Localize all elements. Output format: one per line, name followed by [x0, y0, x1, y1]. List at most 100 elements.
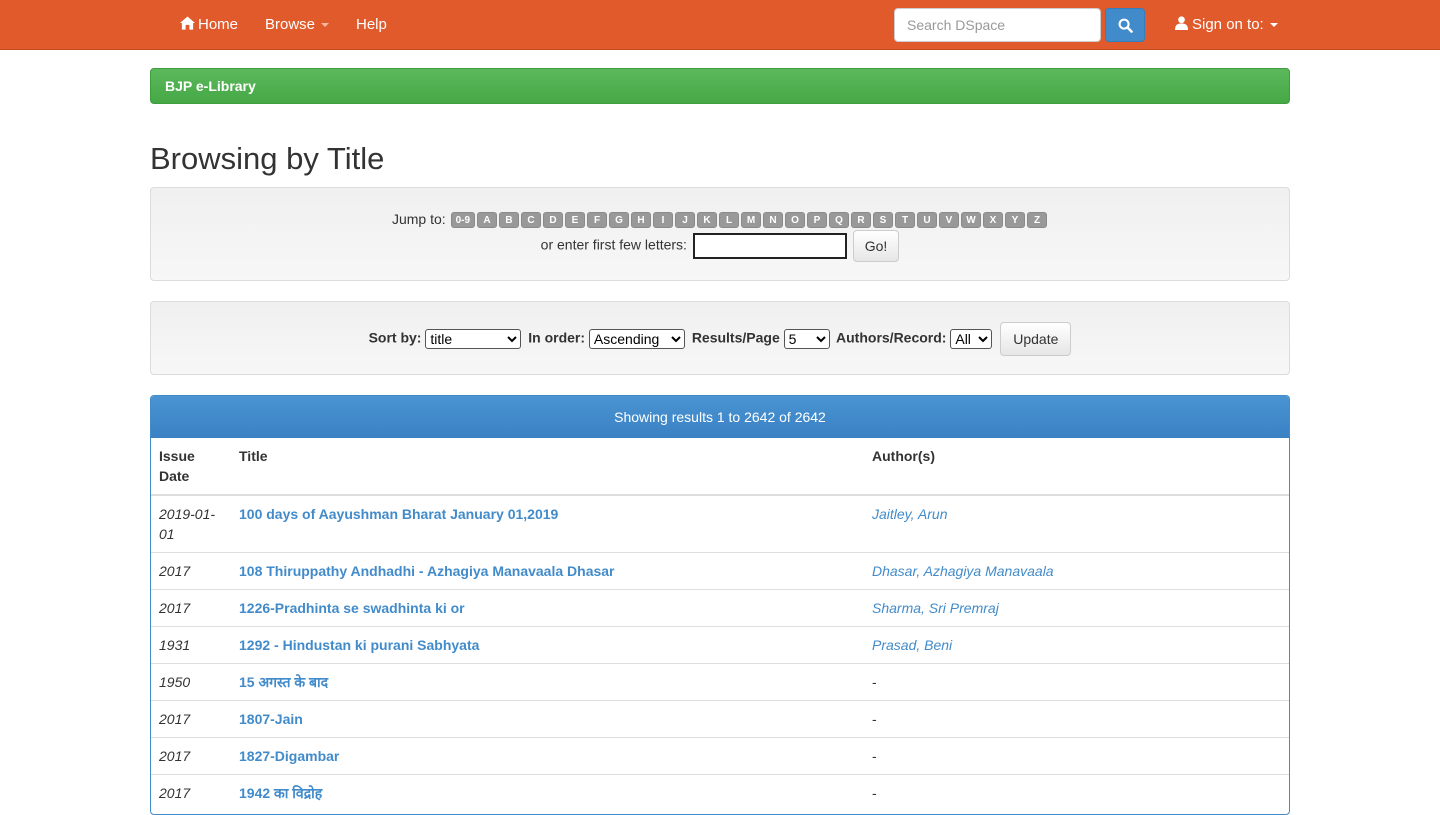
jump-letter-c[interactable]: C	[521, 212, 542, 229]
search-icon	[1118, 18, 1133, 33]
jump-letter-i[interactable]: I	[653, 212, 674, 229]
update-button[interactable]: Update	[1000, 322, 1072, 356]
item-title-link[interactable]: 1827-Digambar	[239, 748, 339, 764]
author-cell: -	[864, 663, 1289, 701]
results-table: Issue Date Title Author(s) 2019-01-01 100…	[151, 438, 1289, 811]
sort-options-row: Sort by: title In order: Ascending Resul…	[151, 322, 1289, 356]
authors-per-record-select[interactable]: All	[950, 329, 993, 349]
jump-letter-0-9[interactable]: 0-9	[450, 212, 476, 229]
jump-letter-a[interactable]: A	[477, 212, 498, 229]
authors-per-record-label: Authors/Record:	[836, 329, 947, 346]
sort-by-select[interactable]: title	[425, 329, 522, 349]
issue-date-cell: 2017	[151, 774, 231, 811]
title-cell: 15 अगस्त के बाद	[231, 663, 864, 701]
item-title-link[interactable]: 1807-Jain	[239, 711, 303, 727]
item-title-link[interactable]: 100 days of Aayushman Bharat January 01,…	[239, 506, 558, 522]
author-link[interactable]: Dhasar, Azhagiya Manavaala	[872, 563, 1054, 579]
author-cell: -	[864, 774, 1289, 811]
title-cell: 100 days of Aayushman Bharat January 01,…	[231, 494, 864, 553]
jump-letter-q[interactable]: Q	[829, 212, 850, 229]
jump-letter-x[interactable]: X	[983, 212, 1004, 229]
search-button[interactable]	[1105, 8, 1145, 42]
item-title-link[interactable]: 1942 का विद्रोह	[239, 785, 322, 801]
enter-letters-row: or enter first few letters: Go!	[151, 230, 1289, 262]
sign-on-label: Sign on to:	[1192, 16, 1264, 33]
item-title-link[interactable]: 108 Thiruppathy Andhadhi - Azhagiya Mana…	[239, 563, 615, 579]
table-header-row: Issue Date Title Author(s)	[151, 438, 1289, 496]
author-cell: Prasad, Beni	[864, 626, 1289, 664]
nav-help-label: Help	[356, 16, 387, 33]
results-per-page-select[interactable]: 5	[783, 329, 830, 349]
author-cell: Jaitley, Arun	[864, 494, 1289, 553]
order-label: In order:	[528, 329, 586, 346]
nav-browse-dropdown[interactable]: Browse	[265, 0, 330, 50]
title-cell: 1807-Jain	[231, 700, 864, 738]
go-button[interactable]: Go!	[852, 230, 900, 262]
issue-date-cell: 2017	[151, 552, 231, 590]
jump-letter-t[interactable]: T	[895, 212, 916, 229]
item-title-link[interactable]: 1226-Pradhinta se swadhinta ki or	[239, 600, 465, 616]
jump-letter-d[interactable]: D	[543, 212, 564, 229]
sort-by-label: Sort by:	[368, 329, 422, 346]
issue-date-cell: 1950	[151, 663, 231, 701]
top-navbar: Home Browse Help Sign on to:	[0, 0, 1440, 50]
column-header-authors[interactable]: Author(s)	[864, 438, 1289, 496]
jump-letter-h[interactable]: H	[631, 212, 652, 229]
jump-letter-j[interactable]: J	[675, 212, 696, 229]
item-title-link[interactable]: 1292 - Hindustan ki purani Sabhyata	[239, 637, 479, 653]
search-input[interactable]	[894, 8, 1101, 42]
results-per-page-label: Results/Page	[691, 329, 780, 346]
jump-letter-n[interactable]: N	[763, 212, 784, 229]
starts-with-input[interactable]	[692, 233, 847, 259]
jump-letter-s[interactable]: S	[873, 212, 894, 229]
sign-on-dropdown[interactable]: Sign on to:	[1175, 0, 1278, 50]
issue-date-cell: 2019-01-01	[151, 494, 231, 553]
author-cell: -	[864, 700, 1289, 738]
jump-to-row: Jump to: 0-9 A B C D E F G H I J K L M N O P Q R S T U V W X Y Z	[151, 210, 1289, 229]
jump-letter-v[interactable]: V	[939, 212, 960, 229]
breadcrumb-link-library[interactable]: BJP e-Library	[165, 78, 256, 94]
author-empty: -	[872, 674, 877, 690]
jump-letter-p[interactable]: P	[807, 212, 828, 229]
jump-letter-e[interactable]: E	[565, 212, 586, 229]
jump-to-panel: Jump to: 0-9 A B C D E F G H I J K L M N O P Q R S T U V W X Y Z o…	[150, 187, 1290, 281]
nav-browse-label: Browse	[265, 16, 316, 33]
table-row: 2017 1942 का विद्रोह -	[151, 774, 1289, 811]
issue-date-cell: 2017	[151, 589, 231, 627]
jump-letter-k[interactable]: K	[697, 212, 718, 229]
nav-home-link[interactable]: Home	[180, 0, 238, 50]
results-count-heading: Showing results 1 to 2642 of 2642	[151, 396, 1289, 438]
author-link[interactable]: Sharma, Sri Premraj	[872, 600, 999, 616]
column-header-issue-date[interactable]: Issue Date	[151, 438, 231, 496]
jump-to-label: Jump to:	[391, 211, 446, 227]
item-title-link[interactable]: 15 अगस्त के बाद	[239, 674, 328, 690]
jump-letter-b[interactable]: B	[499, 212, 520, 229]
table-row: 1931 1292 - Hindustan ki purani Sabhyata P…	[151, 626, 1289, 664]
author-cell: Dhasar, Azhagiya Manavaala	[864, 552, 1289, 590]
jump-letter-r[interactable]: R	[851, 212, 872, 229]
order-select[interactable]: Ascending	[588, 329, 685, 349]
title-cell: 108 Thiruppathy Andhadhi - Azhagiya Mana…	[231, 552, 864, 590]
jump-letter-o[interactable]: O	[785, 212, 806, 229]
table-row: 2017 1807-Jain -	[151, 700, 1289, 738]
jump-letter-g[interactable]: G	[609, 212, 630, 229]
author-empty: -	[872, 748, 877, 764]
jump-letter-m[interactable]: M	[741, 212, 762, 229]
breadcrumb: BJP e-Library	[150, 68, 1290, 104]
author-link[interactable]: Prasad, Beni	[872, 637, 952, 653]
author-link[interactable]: Jaitley, Arun	[872, 506, 947, 522]
jump-letter-u[interactable]: U	[917, 212, 938, 229]
author-cell: -	[864, 737, 1289, 775]
jump-letter-f[interactable]: F	[587, 212, 608, 229]
chevron-down-icon	[321, 23, 330, 28]
user-icon	[1175, 16, 1188, 30]
nav-help-link[interactable]: Help	[356, 0, 387, 50]
jump-letter-w[interactable]: W	[961, 212, 982, 229]
issue-date-cell: 2017	[151, 700, 231, 738]
jump-letter-l[interactable]: L	[719, 212, 740, 229]
jump-letter-y[interactable]: Y	[1005, 212, 1026, 229]
column-header-title[interactable]: Title	[231, 438, 864, 496]
author-empty: -	[872, 785, 877, 801]
nav-home-label: Home	[198, 16, 239, 33]
jump-letter-z[interactable]: Z	[1027, 212, 1048, 229]
